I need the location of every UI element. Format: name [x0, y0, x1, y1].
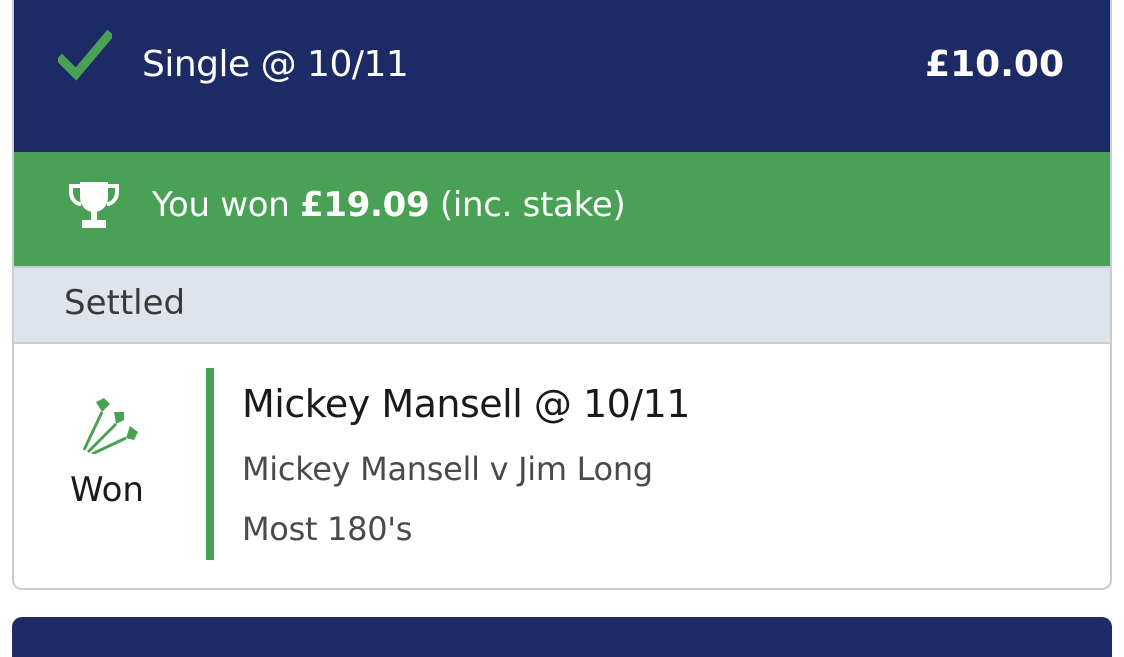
stake-amount: £10.00: [925, 44, 1064, 85]
market-name: Most 180's: [242, 510, 413, 548]
selection-name: Mickey Mansell @ 10/11: [242, 382, 690, 426]
bet-header[interactable]: Single @ 10/11 £10.00: [14, 0, 1110, 152]
winnings-amount: £19.09: [299, 185, 430, 225]
status-label: Settled: [64, 283, 186, 323]
bet-card[interactable]: Single @ 10/11 £10.00 You won £19.09 (in…: [12, 0, 1112, 590]
winnings-text: You won £19.09 (inc. stake): [152, 185, 626, 225]
checkmark-icon: [58, 30, 112, 81]
selection-row[interactable]: Won Mickey Mansell @ 10/11 Mickey Mansel…: [14, 344, 1110, 588]
darts-icon: [82, 398, 138, 454]
status-bar: Settled: [14, 268, 1110, 344]
bet-type-label: Single @ 10/11: [142, 44, 409, 85]
winnings-suffix: (inc. stake): [429, 185, 626, 225]
result-divider: [206, 368, 214, 560]
next-bet-card[interactable]: [12, 617, 1112, 657]
winnings-prefix: You won: [152, 185, 300, 225]
winnings-banner: You won £19.09 (inc. stake): [14, 152, 1110, 268]
event-name: Mickey Mansell v Jim Long: [242, 450, 653, 488]
result-label: Won: [70, 470, 144, 510]
trophy-icon: [69, 182, 119, 228]
